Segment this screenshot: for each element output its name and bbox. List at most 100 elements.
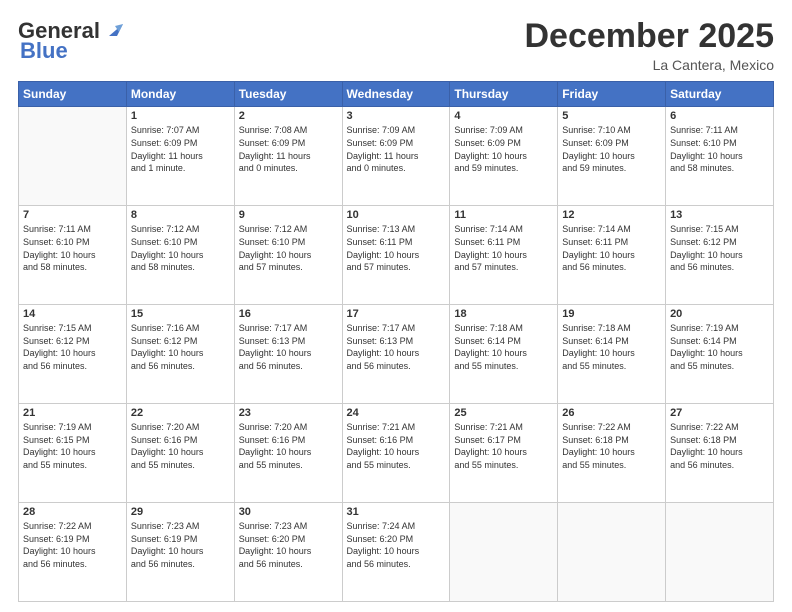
- calendar-table: SundayMondayTuesdayWednesdayThursdayFrid…: [18, 81, 774, 602]
- day-number: 19: [562, 308, 661, 320]
- calendar-cell: [450, 503, 558, 602]
- title-area: December 2025 La Cantera, Mexico: [524, 18, 774, 73]
- calendar-cell: 8Sunrise: 7:12 AM Sunset: 6:10 PM Daylig…: [126, 206, 234, 305]
- page: General Blue December 2025 La Cantera, M…: [0, 0, 792, 612]
- header: General Blue December 2025 La Cantera, M…: [18, 18, 774, 73]
- day-number: 22: [131, 407, 230, 419]
- day-info: Sunrise: 7:08 AM Sunset: 6:09 PM Dayligh…: [239, 124, 338, 174]
- day-number: 21: [23, 407, 122, 419]
- day-number: 11: [454, 209, 553, 221]
- day-info: Sunrise: 7:15 AM Sunset: 6:12 PM Dayligh…: [23, 322, 122, 372]
- calendar-cell: 5 Sunrise: 7:10 AM Sunset: 6:09 PM Daylig…: [558, 107, 666, 206]
- calendar-cell: 25 Sunrise: 7:21 AM Sunset: 6:17 PM Dayli…: [450, 404, 558, 503]
- day-info: Sunrise: 7:18 AM Sunset: 6:14 PM Dayligh…: [454, 322, 553, 372]
- day-info: Sunrise: 7:13 AM Sunset: 6:11 PM Dayligh…: [347, 223, 446, 273]
- day-info: Sunrise: 7:20 AM Sunset: 6:16 PM Dayligh…: [239, 421, 338, 471]
- calendar-cell: 14 Sunrise: 7:15 AM Sunset: 6:12 PM Dayli…: [19, 305, 127, 404]
- day-info: Sunrise: 7:21 AM Sunset: 6:16 PM Dayligh…: [347, 421, 446, 471]
- calendar-cell: 2 Sunrise: 7:08 AM Sunset: 6:09 PM Daylig…: [234, 107, 342, 206]
- calendar-cell: 18 Sunrise: 7:18 AM Sunset: 6:14 PM Dayli…: [450, 305, 558, 404]
- day-info: Sunrise: 7:09 AM Sunset: 6:09 PM Dayligh…: [347, 124, 446, 174]
- day-info: Sunrise: 7:19 AM Sunset: 6:14 PM Dayligh…: [670, 322, 769, 372]
- calendar-cell: 6Sunrise: 7:11 AM Sunset: 6:10 PM Daylig…: [666, 107, 774, 206]
- day-number: 4: [454, 110, 553, 122]
- calendar-cell: 11 Sunrise: 7:14 AM Sunset: 6:11 PM Dayli…: [450, 206, 558, 305]
- day-number: 24: [347, 407, 446, 419]
- calendar-header-tuesday: Tuesday: [234, 82, 342, 107]
- calendar-cell: 15 Sunrise: 7:16 AM Sunset: 6:12 PM Dayli…: [126, 305, 234, 404]
- day-info: Sunrise: 7:17 AM Sunset: 6:13 PM Dayligh…: [347, 322, 446, 372]
- calendar-cell: 9Sunrise: 7:12 AM Sunset: 6:10 PM Daylig…: [234, 206, 342, 305]
- day-info: Sunrise: 7:22 AM Sunset: 6:18 PM Dayligh…: [670, 421, 769, 471]
- day-info: Sunrise: 7:21 AM Sunset: 6:17 PM Dayligh…: [454, 421, 553, 471]
- day-number: 1: [131, 110, 230, 122]
- day-info: Sunrise: 7:20 AM Sunset: 6:16 PM Dayligh…: [131, 421, 230, 471]
- logo: General Blue: [18, 18, 123, 64]
- calendar-header-monday: Monday: [126, 82, 234, 107]
- calendar-cell: 19 Sunrise: 7:18 AM Sunset: 6:14 PM Dayli…: [558, 305, 666, 404]
- calendar-cell: 24 Sunrise: 7:21 AM Sunset: 6:16 PM Dayli…: [342, 404, 450, 503]
- day-number: 28: [23, 506, 122, 518]
- day-info: Sunrise: 7:15 AM Sunset: 6:12 PM Dayligh…: [670, 223, 769, 273]
- day-number: 25: [454, 407, 553, 419]
- calendar-cell: [19, 107, 127, 206]
- day-number: 7: [23, 209, 122, 221]
- calendar-cell: 13Sunrise: 7:15 AM Sunset: 6:12 PM Dayli…: [666, 206, 774, 305]
- day-number: 31: [347, 506, 446, 518]
- day-info: Sunrise: 7:23 AM Sunset: 6:19 PM Dayligh…: [131, 520, 230, 570]
- day-number: 12: [562, 209, 661, 221]
- day-number: 26: [562, 407, 661, 419]
- calendar-cell: 26Sunrise: 7:22 AM Sunset: 6:18 PM Dayli…: [558, 404, 666, 503]
- day-info: Sunrise: 7:16 AM Sunset: 6:12 PM Dayligh…: [131, 322, 230, 372]
- calendar-cell: 3Sunrise: 7:09 AM Sunset: 6:09 PM Daylig…: [342, 107, 450, 206]
- calendar-cell: 30 Sunrise: 7:23 AM Sunset: 6:20 PM Dayli…: [234, 503, 342, 602]
- day-info: Sunrise: 7:09 AM Sunset: 6:09 PM Dayligh…: [454, 124, 553, 174]
- day-info: Sunrise: 7:11 AM Sunset: 6:10 PM Dayligh…: [23, 223, 122, 273]
- calendar-cell: 20 Sunrise: 7:19 AM Sunset: 6:14 PM Dayli…: [666, 305, 774, 404]
- logo-bird-icon: [101, 18, 123, 40]
- day-number: 30: [239, 506, 338, 518]
- calendar-cell: 17 Sunrise: 7:17 AM Sunset: 6:13 PM Dayli…: [342, 305, 450, 404]
- calendar-cell: 22 Sunrise: 7:20 AM Sunset: 6:16 PM Dayli…: [126, 404, 234, 503]
- day-info: Sunrise: 7:10 AM Sunset: 6:09 PM Dayligh…: [562, 124, 661, 174]
- day-info: Sunrise: 7:07 AM Sunset: 6:09 PM Dayligh…: [131, 124, 230, 174]
- calendar-header-friday: Friday: [558, 82, 666, 107]
- calendar-cell: 16 Sunrise: 7:17 AM Sunset: 6:13 PM Dayli…: [234, 305, 342, 404]
- calendar-cell: 10 Sunrise: 7:13 AM Sunset: 6:11 PM Dayli…: [342, 206, 450, 305]
- day-info: Sunrise: 7:24 AM Sunset: 6:20 PM Dayligh…: [347, 520, 446, 570]
- day-number: 10: [347, 209, 446, 221]
- calendar-cell: 7 Sunrise: 7:11 AM Sunset: 6:10 PM Daylig…: [19, 206, 127, 305]
- day-number: 15: [131, 308, 230, 320]
- logo-blue: Blue: [20, 38, 68, 64]
- day-info: Sunrise: 7:23 AM Sunset: 6:20 PM Dayligh…: [239, 520, 338, 570]
- day-number: 14: [23, 308, 122, 320]
- day-number: 5: [562, 110, 661, 122]
- calendar-header-sunday: Sunday: [19, 82, 127, 107]
- day-info: Sunrise: 7:14 AM Sunset: 6:11 PM Dayligh…: [562, 223, 661, 273]
- location: La Cantera, Mexico: [524, 57, 774, 73]
- calendar-cell: 4 Sunrise: 7:09 AM Sunset: 6:09 PM Daylig…: [450, 107, 558, 206]
- calendar-cell: [666, 503, 774, 602]
- day-info: Sunrise: 7:14 AM Sunset: 6:11 PM Dayligh…: [454, 223, 553, 273]
- day-number: 18: [454, 308, 553, 320]
- day-number: 8: [131, 209, 230, 221]
- calendar-header-wednesday: Wednesday: [342, 82, 450, 107]
- month-title: December 2025: [524, 18, 774, 55]
- day-info: Sunrise: 7:18 AM Sunset: 6:14 PM Dayligh…: [562, 322, 661, 372]
- day-info: Sunrise: 7:22 AM Sunset: 6:19 PM Dayligh…: [23, 520, 122, 570]
- day-number: 16: [239, 308, 338, 320]
- calendar-cell: [558, 503, 666, 602]
- day-number: 2: [239, 110, 338, 122]
- day-info: Sunrise: 7:17 AM Sunset: 6:13 PM Dayligh…: [239, 322, 338, 372]
- day-number: 17: [347, 308, 446, 320]
- calendar-cell: 23 Sunrise: 7:20 AM Sunset: 6:16 PM Dayli…: [234, 404, 342, 503]
- day-info: Sunrise: 7:19 AM Sunset: 6:15 PM Dayligh…: [23, 421, 122, 471]
- calendar-cell: 12 Sunrise: 7:14 AM Sunset: 6:11 PM Dayli…: [558, 206, 666, 305]
- day-number: 20: [670, 308, 769, 320]
- day-number: 23: [239, 407, 338, 419]
- calendar-header-saturday: Saturday: [666, 82, 774, 107]
- calendar-cell: 28 Sunrise: 7:22 AM Sunset: 6:19 PM Dayli…: [19, 503, 127, 602]
- calendar-cell: 21 Sunrise: 7:19 AM Sunset: 6:15 PM Dayli…: [19, 404, 127, 503]
- day-info: Sunrise: 7:11 AM Sunset: 6:10 PM Dayligh…: [670, 124, 769, 174]
- day-number: 29: [131, 506, 230, 518]
